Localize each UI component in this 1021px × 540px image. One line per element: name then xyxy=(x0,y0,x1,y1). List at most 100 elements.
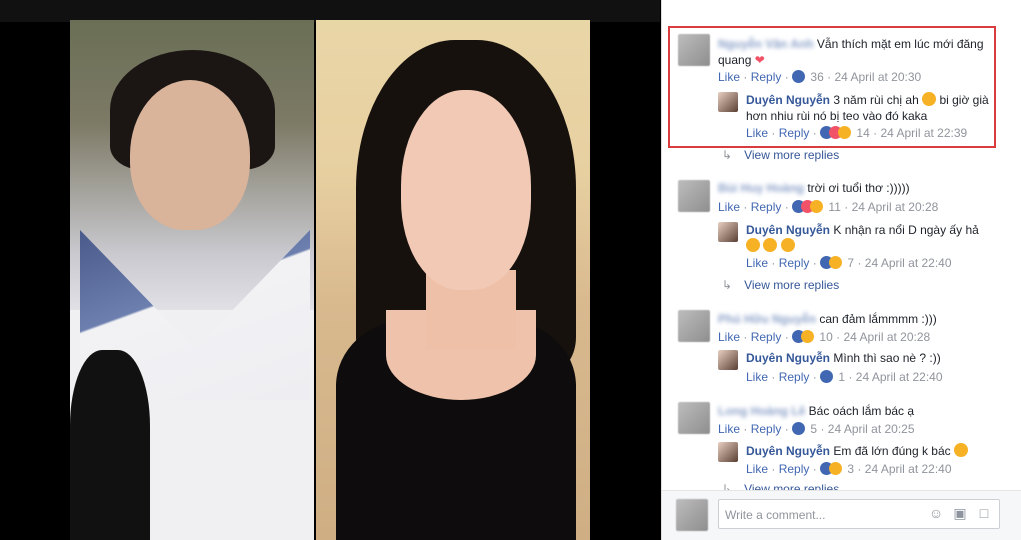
comment-author[interactable]: Phú Hữu Nguyễn xyxy=(718,312,816,326)
reply-text: Em đã lớn đúng k bác xyxy=(833,444,951,458)
reply-link[interactable]: Reply xyxy=(779,370,810,384)
comment-text: can đảm lắmmmm :))) xyxy=(819,312,937,326)
comment-body: Nguyễn Văn Anh Vẫn thích mặt em lúc mới … xyxy=(718,36,1008,68)
like-link[interactable]: Like xyxy=(746,256,768,270)
reply-time[interactable]: 24 April at 22:40 xyxy=(865,256,952,270)
haha-reaction-icon[interactable] xyxy=(838,126,852,139)
comment-text: Bác oách lắm bác ạ xyxy=(808,404,915,418)
reply-link[interactable]: Reply xyxy=(779,126,810,140)
viewer-top-bar xyxy=(0,0,660,22)
comment-time[interactable]: 24 April at 20:28 xyxy=(852,200,939,214)
comment-body: Phú Hữu Nguyễn can đảm lắmmmm :))) xyxy=(718,311,1008,327)
view-more-replies[interactable]: ↳ View more replies xyxy=(722,278,839,292)
reply-actions: Like · Reply · 3 · 24 April at 22:40 xyxy=(746,462,952,476)
reply-avatar[interactable] xyxy=(718,92,738,112)
haha-reaction-icon[interactable] xyxy=(801,330,815,343)
like-link[interactable]: Like xyxy=(746,370,768,384)
reply-link[interactable]: Reply xyxy=(751,200,782,214)
photo-left[interactable] xyxy=(70,20,314,540)
comment-time[interactable]: 24 April at 20:25 xyxy=(828,422,915,436)
reply-avatar[interactable] xyxy=(718,222,738,242)
photo-left-shadow xyxy=(70,350,150,540)
like-link[interactable]: Like xyxy=(718,422,740,436)
reaction-count[interactable]: 14 xyxy=(856,126,869,140)
heart-icon: ❤ xyxy=(754,53,765,67)
laughing-emoji-icon xyxy=(763,238,778,252)
commenter-avatar[interactable] xyxy=(678,180,710,212)
like-reaction-icon[interactable] xyxy=(792,422,806,435)
like-link[interactable]: Like xyxy=(718,330,740,344)
reply-body: Duyên Nguyễn 3 năm rùi chị ah bi giờ già… xyxy=(746,92,1006,124)
commenter-avatar[interactable] xyxy=(678,402,710,434)
comment-actions: Like · Reply · 36 · 24 April at 20:30 xyxy=(718,70,922,84)
reaction-count[interactable]: 3 xyxy=(847,462,854,476)
current-user-avatar xyxy=(676,499,708,531)
comment-composer: Write a comment... ☺ ▣ □ xyxy=(662,490,1021,540)
reply-text: 3 năm rùi chị ah xyxy=(833,93,919,107)
comment-actions: Like · Reply · 11 · 24 April at 20:28 xyxy=(718,200,939,214)
reply-time[interactable]: 24 April at 22:39 xyxy=(880,126,967,140)
like-link[interactable]: Like xyxy=(746,126,768,140)
sad-emoji-icon xyxy=(922,92,937,106)
comment-time[interactable]: 24 April at 20:28 xyxy=(843,330,930,344)
photo-left-face xyxy=(130,80,250,230)
laughing-emoji-icon xyxy=(780,238,795,252)
like-link[interactable]: Like xyxy=(718,200,740,214)
comment-panel: Nguyễn Văn Anh Vẫn thích mặt em lúc mới … xyxy=(661,0,1021,540)
reply-author[interactable]: Duyên Nguyễn xyxy=(746,444,830,458)
reaction-count[interactable]: 10 xyxy=(819,330,832,344)
reply-link[interactable]: Reply xyxy=(779,256,810,270)
reaction-count[interactable]: 1 xyxy=(838,370,845,384)
sticker-icon[interactable]: □ xyxy=(976,505,992,521)
reply-avatar[interactable] xyxy=(718,442,738,462)
reply-actions: Like · Reply · 1 · 24 April at 22:40 xyxy=(746,370,943,384)
comment-time[interactable]: 24 April at 20:30 xyxy=(834,70,921,84)
like-reaction-icon[interactable] xyxy=(820,370,834,383)
comment-author[interactable]: Nguyễn Văn Anh xyxy=(718,37,814,51)
smiley-icon[interactable]: ☺ xyxy=(928,505,944,521)
reply-text: Mình thì sao nè ? :)) xyxy=(833,351,941,365)
haha-reaction-icon[interactable] xyxy=(829,256,843,269)
commenter-avatar[interactable] xyxy=(678,34,710,66)
photo-right-face xyxy=(401,90,531,290)
reaction-count[interactable]: 7 xyxy=(847,256,854,270)
reply-body: Duyên Nguyễn K nhận ra nổi D ngày ấy hả xyxy=(746,222,1006,254)
wow-reaction-icon[interactable] xyxy=(810,200,824,213)
comment-author[interactable]: Bùi Huy Hoàng xyxy=(718,181,804,195)
reply-author[interactable]: Duyên Nguyễn xyxy=(746,351,830,365)
rofl-emoji-icon xyxy=(953,443,968,457)
camera-icon[interactable]: ▣ xyxy=(952,505,968,521)
reaction-count[interactable]: 36 xyxy=(810,70,823,84)
reply-link[interactable]: Reply xyxy=(751,422,782,436)
reply-link[interactable]: Reply xyxy=(751,70,782,84)
view-more-replies[interactable]: ↳ View more replies xyxy=(722,148,839,162)
comment-actions: Like · Reply · 10 · 24 April at 20:28 xyxy=(718,330,931,344)
reply-actions: Like · Reply · 7 · 24 April at 22:40 xyxy=(746,256,952,270)
reply-arrow-icon: ↳ xyxy=(722,148,733,162)
reply-arrow-icon: ↳ xyxy=(722,278,733,292)
reply-time[interactable]: 24 April at 22:40 xyxy=(865,462,952,476)
reply-text: K nhận ra nổi D ngày ấy hả xyxy=(833,223,979,237)
comment-author[interactable]: Long Hoàng Lê xyxy=(718,404,805,418)
photo-right[interactable] xyxy=(316,20,590,540)
commenter-avatar[interactable] xyxy=(678,310,710,342)
reply-avatar[interactable] xyxy=(718,350,738,370)
like-link[interactable]: Like xyxy=(718,70,740,84)
reply-time[interactable]: 24 April at 22:40 xyxy=(856,370,943,384)
reply-author[interactable]: Duyên Nguyễn xyxy=(746,223,830,237)
reaction-count[interactable]: 5 xyxy=(810,422,817,436)
laughing-emoji-icon xyxy=(746,238,760,252)
like-link[interactable]: Like xyxy=(746,462,768,476)
reply-author[interactable]: Duyên Nguyễn xyxy=(746,93,830,107)
reply-actions: Like · Reply · 14 · 24 April at 22:39 xyxy=(746,126,968,140)
reaction-count[interactable]: 11 xyxy=(828,200,840,214)
like-reaction-icon[interactable] xyxy=(792,70,806,83)
reply-body: Duyên Nguyễn Mình thì sao nè ? :)) xyxy=(746,350,1006,366)
comment-text: trời ơi tuổi thơ :))))) xyxy=(807,181,910,195)
comment-body: Bùi Huy Hoàng trời ơi tuổi thơ :))))) xyxy=(718,180,1008,196)
comment-body: Long Hoàng Lê Bác oách lắm bác ạ xyxy=(718,403,1008,419)
reply-link[interactable]: Reply xyxy=(751,330,782,344)
reply-body: Duyên Nguyễn Em đã lớn đúng k bác xyxy=(746,443,1006,459)
reply-link[interactable]: Reply xyxy=(779,462,810,476)
haha-reaction-icon[interactable] xyxy=(829,462,843,475)
